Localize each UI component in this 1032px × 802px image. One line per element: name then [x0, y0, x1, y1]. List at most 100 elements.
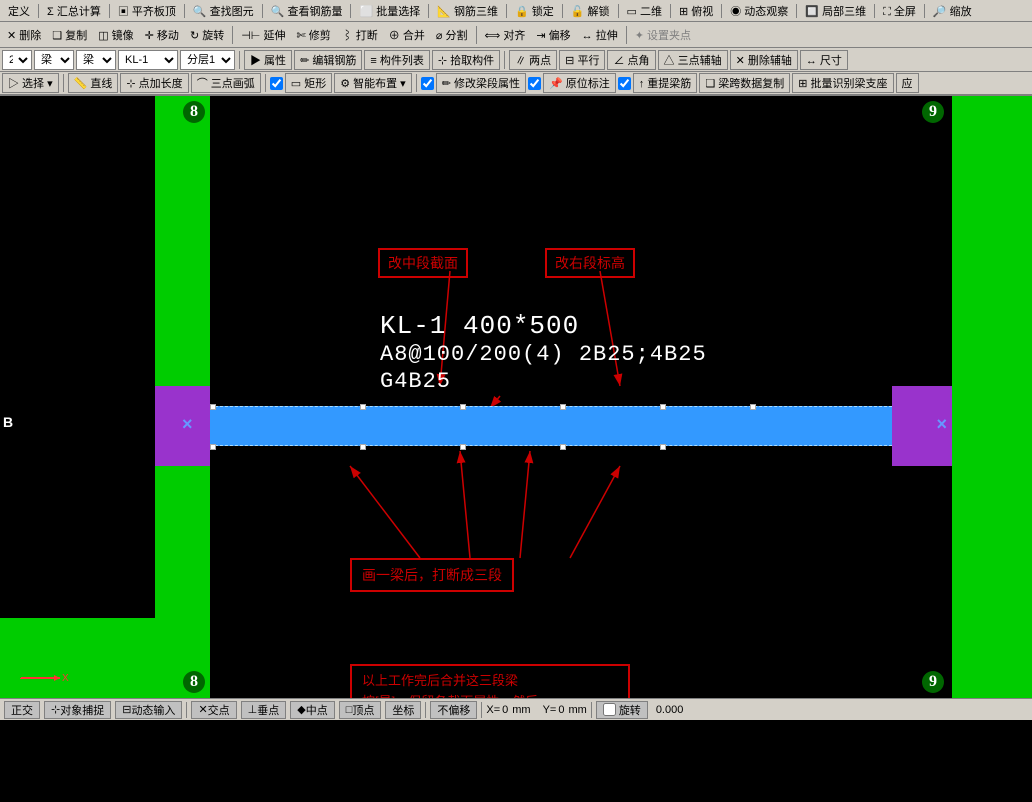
beam-text-label: KL-1 400*500 A8@100/200(4) 2B25;4B25 G4B…: [380, 311, 707, 395]
layer-select[interactable]: 分层1: [180, 50, 235, 70]
annotation-mid-section: 改中段截面: [378, 248, 468, 278]
status-perpendicular[interactable]: ⊥ 垂点: [241, 701, 287, 719]
handle-7: [210, 444, 216, 450]
btn-align[interactable]: ⟺ 对齐: [480, 24, 531, 46]
handle-6: [750, 404, 756, 410]
grid-num-bottom-left: 8: [183, 671, 205, 693]
btn-split[interactable]: ⌀ 分割: [431, 24, 473, 46]
btn-line[interactable]: 📏 直线: [68, 73, 119, 93]
btn-parallel[interactable]: ⊟ 平行: [559, 50, 605, 70]
btn-break[interactable]: ⌇ 打断: [337, 24, 383, 46]
btn-merge[interactable]: ⊕ 合并: [384, 24, 430, 46]
handle-2: [360, 404, 366, 410]
handle-11: [660, 444, 666, 450]
layer-num-select[interactable]: 2: [2, 50, 32, 70]
btn-copy[interactable]: ❑ 复制: [47, 24, 92, 46]
snap-icon: ⊹: [51, 703, 60, 716]
btn-two-points[interactable]: ∥ 两点: [509, 50, 557, 70]
rotation-checkbox[interactable]: [603, 703, 616, 716]
svg-text:Y: Y: [22, 640, 29, 651]
btn-dimension[interactable]: ↔ 尺寸: [800, 50, 848, 70]
status-midpoint[interactable]: ◆ 中点: [290, 701, 334, 719]
beam-line1: KL-1 400*500: [380, 311, 707, 342]
menu-fullscreen[interactable]: ⛶ 全屏: [879, 2, 920, 20]
status-dynamic-input[interactable]: ⊟ 动态输入: [115, 701, 182, 719]
btn-properties[interactable]: ▶ 属性: [244, 50, 292, 70]
status-ortho[interactable]: 正交: [4, 701, 40, 719]
menu-2d[interactable]: ▭ 二维: [623, 2, 666, 20]
btn-site-mark[interactable]: 📌 原位标注: [543, 73, 616, 93]
check-rectangle[interactable]: [270, 77, 283, 90]
blue-beam[interactable]: [155, 406, 917, 446]
menu-unlock[interactable]: 🔓 解锁: [567, 2, 614, 20]
btn-three-point-aux[interactable]: △ 三点辅轴: [658, 50, 728, 70]
status-no-offset[interactable]: 不偏移: [430, 701, 477, 719]
grid-num-top-left: 8: [183, 101, 205, 123]
btn-smart-layout[interactable]: ⚙ 智能布置 ▾: [334, 73, 412, 93]
sep10: [670, 4, 671, 18]
annotation-merge-info: 以上工作完后合并这三段梁 按[是]，保留各截面属性。然后 三维查看。: [350, 664, 630, 698]
btn-set-grip[interactable]: ✦ 设置夹点: [630, 24, 696, 46]
btn-rectangle[interactable]: ▭ 矩形: [285, 73, 332, 93]
menu-define[interactable]: 定义: [4, 2, 34, 20]
menu-find[interactable]: 🔍 查找图元: [189, 2, 258, 20]
btn-select[interactable]: ▷ 选择 ▾: [2, 73, 59, 93]
btn-modify-seg-props[interactable]: ✏ 修改梁段属性: [436, 73, 526, 93]
status-coord[interactable]: 坐标: [385, 701, 421, 719]
btn-stretch[interactable]: ↔ 拉伸: [577, 24, 623, 46]
menu-batch-select[interactable]: ⬜ 批量选择: [355, 2, 424, 20]
x-mark-left: ×: [182, 414, 193, 435]
btn-rotate[interactable]: ↻ 旋转: [185, 24, 229, 46]
type2-select[interactable]: 梁: [76, 50, 116, 70]
status-endpoint[interactable]: □ 顶点: [339, 701, 382, 719]
code-select[interactable]: KL-1: [118, 50, 178, 70]
sep14: [924, 4, 925, 18]
menu-view-rebar[interactable]: 🔍 查看钢筋量: [267, 2, 347, 20]
menu-dynamic-observe[interactable]: ◉ 动态观察: [726, 2, 792, 20]
btn-three-arc[interactable]: ⌒ 三点画弧: [191, 73, 261, 93]
sep7: [506, 4, 507, 18]
menu-sum[interactable]: Σ 汇总计算: [43, 2, 105, 20]
btn-re-beam[interactable]: ↑ 重提梁筋: [633, 73, 698, 93]
sep12: [796, 4, 797, 18]
btn-point-angle[interactable]: ∠ 点角: [607, 50, 655, 70]
handle-10: [560, 444, 566, 450]
btn-copy-span-data[interactable]: ❑ 梁跨数据复制: [699, 73, 790, 93]
status-intersection[interactable]: ✕ 交点: [191, 701, 236, 719]
btn-offset[interactable]: ⇥ 偏移: [531, 24, 575, 46]
btn-delete[interactable]: ✕ 删除: [2, 24, 46, 46]
check-re-beam[interactable]: [618, 77, 631, 90]
menu-lock[interactable]: 🔒 锁定: [511, 2, 558, 20]
beam-line2: A8@100/200(4) 2B25;4B25: [380, 342, 707, 368]
sep-p2: [504, 51, 505, 69]
status-snap[interactable]: ⊹ 对象捕捉: [44, 701, 111, 719]
handle-1: [210, 404, 216, 410]
properties-bar: 2 梁 梁 KL-1 分层1 ▶ 属性 ✏ 编辑钢筋 ≡ 构件列表 ⊹ 拾取构件…: [0, 48, 1032, 72]
canvas-area[interactable]: × × 8 9 8 9 B KL-1 400*500 A8@100/200(4)…: [0, 96, 1032, 698]
check-site-mark[interactable]: [528, 77, 541, 90]
type1-select[interactable]: 梁: [34, 50, 74, 70]
btn-edit-rebar[interactable]: ✏ 编辑钢筋: [294, 50, 362, 70]
btn-trim[interactable]: ✄ 修剪: [291, 24, 335, 46]
check-modify-seg[interactable]: [421, 77, 434, 90]
sep3: [184, 4, 185, 18]
svg-text:X: X: [62, 673, 69, 684]
status-rotation-check[interactable]: 旋转: [596, 701, 648, 719]
menu-align-top[interactable]: ▣ 平齐板顶: [114, 2, 180, 20]
btn-extend[interactable]: ⊣⊢ 延伸: [236, 24, 290, 46]
menu-local-3d[interactable]: 🔲 局部三维: [801, 2, 870, 20]
status-bar: 正交 ⊹ 对象捕捉 ⊟ 动态输入 ✕ 交点 ⊥ 垂点 ◆ 中点 □ 顶点 坐标 …: [0, 698, 1032, 720]
menu-rebar-3d[interactable]: 📐 钢筋三维: [433, 2, 502, 20]
right-thin-green: [1012, 96, 1032, 698]
btn-move[interactable]: ✛ 移动: [140, 24, 184, 46]
btn-delete-aux[interactable]: ✕ 删除辅轴: [730, 50, 798, 70]
btn-component-list[interactable]: ≡ 构件列表: [364, 50, 429, 70]
sep4: [262, 4, 263, 18]
btn-pick-component[interactable]: ⊹ 拾取构件: [432, 50, 500, 70]
btn-batch-identify[interactable]: ⊞ 批量识别梁支座: [792, 73, 893, 93]
btn-mirror[interactable]: ◫ 镜像: [93, 24, 138, 46]
btn-apply[interactable]: 应: [896, 73, 919, 93]
btn-point-add-length[interactable]: ⊹ 点加长度: [120, 73, 188, 93]
menu-top-view[interactable]: ⊞ 俯视: [675, 2, 717, 20]
menu-zoom[interactable]: 🔎 缩放: [929, 2, 976, 20]
